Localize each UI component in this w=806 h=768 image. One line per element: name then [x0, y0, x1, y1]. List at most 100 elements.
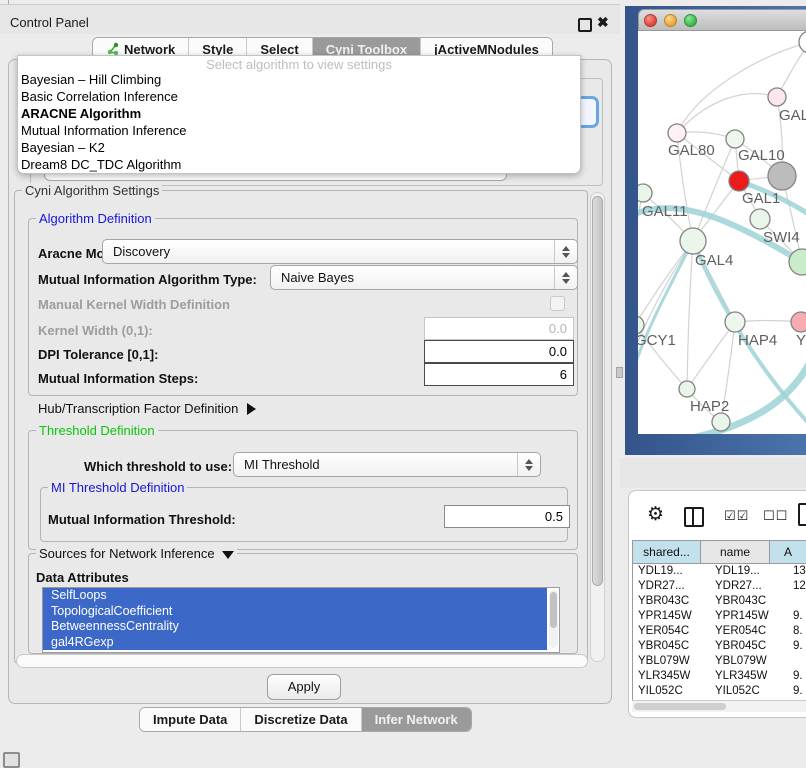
which-threshold-combobox[interactable]: MI Threshold	[233, 452, 541, 477]
dropdown-item[interactable]: Bayesian – K2	[21, 139, 105, 156]
algorithm-dropdown-list: Select algorithm to view settings Bayesi…	[17, 55, 581, 174]
float-window-icon[interactable]	[578, 18, 592, 32]
network-node-label: GAL11	[642, 203, 688, 220]
table-row[interactable]: YLR345W YLR345W 9.	[633, 669, 806, 684]
dropdown-item[interactable]: Dream8 DC_TDC Algorithm	[21, 156, 181, 173]
attribute-item-selected[interactable]: BetweennessCentrality	[43, 619, 547, 635]
cyni-bottom-tabbar: Impute Data Discretize Data Infer Networ…	[139, 707, 472, 732]
network-node[interactable]	[768, 88, 786, 106]
sources-group-toggle[interactable]: Sources for Network Inference	[36, 546, 237, 561]
mit-field[interactable]: 0.5	[444, 505, 570, 528]
network-canvas[interactable]: GAL7GAL80GAL10GAL1GAL11SWI4GAL4GCY1HAP4Y…	[638, 31, 806, 434]
column-header-name[interactable]: name	[701, 541, 770, 563]
settings-group-title: Cyni Algorithm Settings	[22, 183, 162, 198]
table-row[interactable]: YIL052C YIL052C 9.	[633, 684, 806, 699]
manual-kernel-checkbox[interactable]	[550, 296, 565, 311]
network-node-label: SWI4	[763, 229, 800, 246]
apply-button[interactable]: Apply	[267, 674, 341, 700]
deselect-all-checkboxes-icon[interactable]: ☐☐	[763, 509, 788, 524]
table-row[interactable]: YBR043C YBR043C	[633, 594, 806, 609]
table-row[interactable]: YDR27... YDR27... 12	[633, 579, 806, 594]
attribute-item-selected[interactable]: gal4RGexp	[43, 635, 547, 651]
network-edge[interactable]	[677, 94, 777, 133]
attribute-item-selected[interactable]: TopologicalCoefficient	[43, 604, 547, 620]
algorithm-definition-title: Algorithm Definition	[36, 211, 155, 226]
network-node-label: GAL80	[668, 142, 715, 159]
settings-horizontal-scrollbar[interactable]	[16, 654, 588, 668]
tab-infer-network[interactable]: Infer Network	[362, 708, 471, 731]
network-window-titlebar[interactable]	[638, 9, 806, 31]
network-node-label: HAP4	[738, 332, 777, 349]
network-node-label: GAL10	[738, 147, 785, 164]
dropdown-item[interactable]: Basic Correlation Inference	[21, 88, 178, 105]
hub-section-toggle[interactable]: Hub/Transcription Factor Definition	[38, 401, 256, 416]
network-node[interactable]	[638, 184, 652, 202]
threshold-definition-title: Threshold Definition	[36, 423, 158, 438]
mi-type-label: Mutual Information Algorithm Type:	[38, 272, 257, 287]
dpi-tolerance-field[interactable]: 0.0	[424, 340, 574, 363]
dpi-tolerance-label: DPI Tolerance [0,1]:	[38, 347, 158, 362]
aracne-mode-combobox[interactable]: Discovery	[102, 239, 578, 264]
network-node-label: HAP2	[690, 398, 729, 415]
network-node[interactable]	[725, 312, 745, 332]
table-row[interactable]: YPR145W YPR145W 9.	[633, 609, 806, 624]
network-node[interactable]	[791, 312, 806, 332]
gear-icon[interactable]: ⚙	[647, 503, 664, 525]
document-icon[interactable]	[798, 503, 806, 526]
control-panel-titlebar: Control Panel ✖	[0, 4, 620, 34]
tab-discretize-data[interactable]: Discretize Data	[241, 708, 361, 731]
network-edge[interactable]	[687, 241, 693, 389]
column-layout-icon[interactable]	[684, 507, 704, 527]
splitter-handle[interactable]	[616, 367, 623, 378]
attribute-item-selected[interactable]: SelfLoops	[43, 588, 547, 604]
node-table: shared... name A YDL19... YDL19... 13 YD…	[632, 540, 806, 701]
zoom-traffic-light-icon[interactable]	[684, 14, 697, 27]
settings-vertical-scrollbar[interactable]	[590, 192, 605, 662]
network-node-label: GAL1	[742, 190, 780, 207]
close-icon[interactable]: ✖	[597, 14, 609, 31]
network-node[interactable]	[680, 228, 706, 254]
combobox-arrows-icon	[554, 266, 577, 289]
network-node-label: GAL4	[695, 252, 733, 269]
select-all-checkboxes-icon[interactable]: ☑☑	[724, 509, 749, 524]
table-row[interactable]: YBR045C YBR045C 9.	[633, 639, 806, 654]
close-traffic-light-icon[interactable]	[644, 14, 657, 27]
restore-panel-icon[interactable]	[3, 752, 20, 768]
column-header-shared[interactable]: shared...	[633, 541, 701, 563]
dropdown-item[interactable]: Bayesian – Hill Climbing	[21, 71, 161, 88]
collapse-down-icon	[222, 551, 234, 559]
network-node[interactable]	[768, 162, 796, 190]
table-row[interactable]: YBL079W YBL079W	[633, 654, 806, 669]
data-attributes-list[interactable]: SelfLoopsTopologicalCoefficientBetweenne…	[42, 587, 560, 653]
column-header-partial[interactable]: A	[770, 541, 806, 563]
network-node[interactable]	[726, 130, 744, 148]
tab-impute-data[interactable]: Impute Data	[140, 708, 241, 731]
network-node[interactable]	[750, 209, 770, 229]
network-node[interactable]	[679, 381, 695, 397]
app-background: { "control_panel": { "title": "Control P…	[0, 0, 806, 762]
dropdown-prompt: Select algorithm to view settings	[18, 57, 580, 72]
manual-kernel-label: Manual Kernel Width Definition	[38, 297, 230, 312]
kernel-width-field[interactable]: 0.0	[424, 317, 574, 340]
data-attributes-label: Data Attributes	[36, 570, 129, 585]
table-row[interactable]: YDL19... YDL19... 13	[633, 564, 806, 579]
control-panel-title: Control Panel	[10, 15, 89, 30]
minimize-traffic-light-icon[interactable]	[664, 14, 677, 27]
expand-right-icon	[247, 403, 256, 415]
combobox-arrows-icon	[517, 453, 540, 476]
which-threshold-label: Which threshold to use:	[84, 459, 232, 474]
network-node[interactable]	[799, 31, 806, 53]
network-node-label: GCY1	[638, 332, 676, 349]
network-node[interactable]	[729, 171, 749, 191]
table-row[interactable]: YER054C YER054C 8.	[633, 624, 806, 639]
dropdown-item[interactable]: Mutual Information Inference	[21, 122, 186, 139]
combobox-arrows-icon	[554, 240, 577, 263]
network-node[interactable]	[712, 413, 730, 431]
table-body: YDL19... YDL19... 13 YDR27... YDR27... 1…	[633, 564, 806, 701]
mi-type-combobox[interactable]: Naive Bayes	[270, 265, 578, 290]
list-scrollbar[interactable]	[549, 590, 558, 648]
dropdown-item-highlighted[interactable]: ARACNE Algorithm	[21, 105, 141, 122]
table-horizontal-scrollbar[interactable]	[632, 700, 806, 712]
network-node[interactable]	[668, 124, 686, 142]
mi-steps-field[interactable]: 6	[424, 363, 574, 386]
